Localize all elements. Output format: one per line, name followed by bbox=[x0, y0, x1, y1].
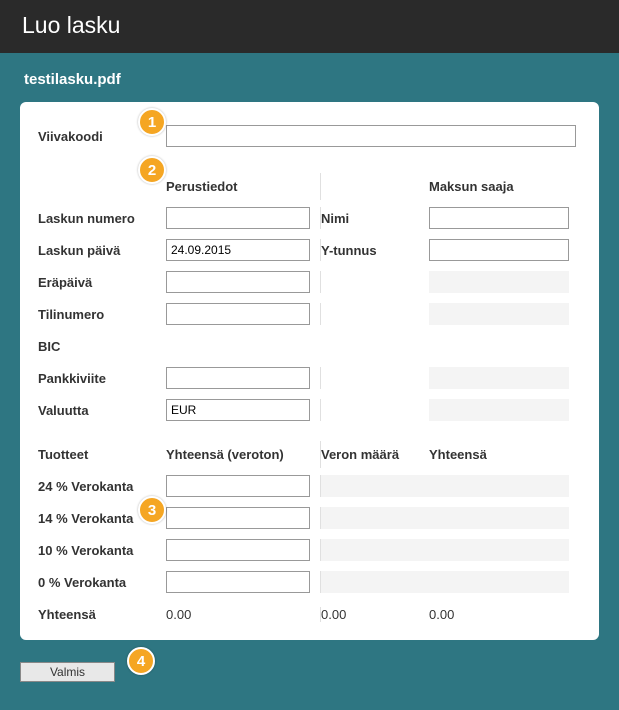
filename-label: testilasku.pdf bbox=[24, 71, 599, 88]
finish-button[interactable]: Valmis bbox=[20, 662, 115, 682]
products-header: Tuotteet bbox=[38, 441, 166, 468]
bank-ref-label: Pankkiviite bbox=[38, 371, 166, 386]
vat0-net-input[interactable] bbox=[166, 571, 310, 593]
products-total-header: Yhteensä bbox=[429, 441, 569, 468]
vat24-net-input[interactable] bbox=[166, 475, 310, 497]
payee-header: Maksun saaja bbox=[429, 179, 569, 194]
hint-badge-1: 1 bbox=[138, 108, 166, 136]
page-title: Luo lasku bbox=[0, 0, 619, 53]
hint-badge-4: 4 bbox=[127, 647, 155, 675]
payee-name-input[interactable] bbox=[429, 207, 569, 229]
hint-badge-2: 2 bbox=[138, 156, 166, 184]
vat10-label: 10 % Verokanta bbox=[38, 543, 166, 558]
vat24-label: 24 % Verokanta bbox=[38, 479, 166, 494]
totals-label: Yhteensä bbox=[38, 607, 166, 622]
bic-label: BIC bbox=[38, 339, 166, 354]
due-date-input[interactable] bbox=[166, 271, 310, 293]
currency-label: Valuutta bbox=[38, 403, 166, 418]
products-header-row: Tuotteet Yhteensä (veroton) Veron määrä … bbox=[38, 438, 581, 470]
invoice-date-input[interactable] bbox=[166, 239, 310, 261]
account-label: Tilinumero bbox=[38, 307, 166, 322]
currency-input[interactable] bbox=[166, 399, 310, 421]
totals-tax: 0.00 bbox=[321, 607, 429, 622]
products-tax-header: Veron määrä bbox=[321, 441, 429, 468]
bank-ref-input[interactable] bbox=[166, 367, 310, 389]
payee-vatid-input[interactable] bbox=[429, 239, 569, 261]
invoice-number-input[interactable] bbox=[166, 207, 310, 229]
payee-name-label: Nimi bbox=[321, 211, 429, 226]
vat10-net-input[interactable] bbox=[166, 539, 310, 561]
products-subtotal-header: Yhteensä (veroton) bbox=[166, 441, 321, 468]
barcode-input[interactable] bbox=[166, 125, 576, 147]
payee-vatid-label: Y-tunnus bbox=[321, 243, 429, 258]
invoice-number-label: Laskun numero bbox=[38, 211, 166, 226]
form-card: 1 Viivakoodi 2 Perustiedot Maksun saaja … bbox=[20, 102, 599, 640]
vat14-net-input[interactable] bbox=[166, 507, 310, 529]
hint-badge-3: 3 bbox=[138, 496, 166, 524]
section-headers: Perustiedot Maksun saaja bbox=[38, 170, 581, 202]
totals-gross: 0.00 bbox=[429, 607, 569, 622]
barcode-row: Viivakoodi bbox=[38, 120, 581, 152]
account-input[interactable] bbox=[166, 303, 310, 325]
totals-net: 0.00 bbox=[166, 607, 321, 622]
main-panel: testilasku.pdf 1 Viivakoodi 2 Perustiedo… bbox=[0, 53, 619, 710]
due-date-label: Eräpäivä bbox=[38, 275, 166, 290]
invoice-date-label: Laskun päivä bbox=[38, 243, 166, 258]
basic-header: Perustiedot bbox=[166, 173, 321, 200]
vat0-label: 0 % Verokanta bbox=[38, 575, 166, 590]
